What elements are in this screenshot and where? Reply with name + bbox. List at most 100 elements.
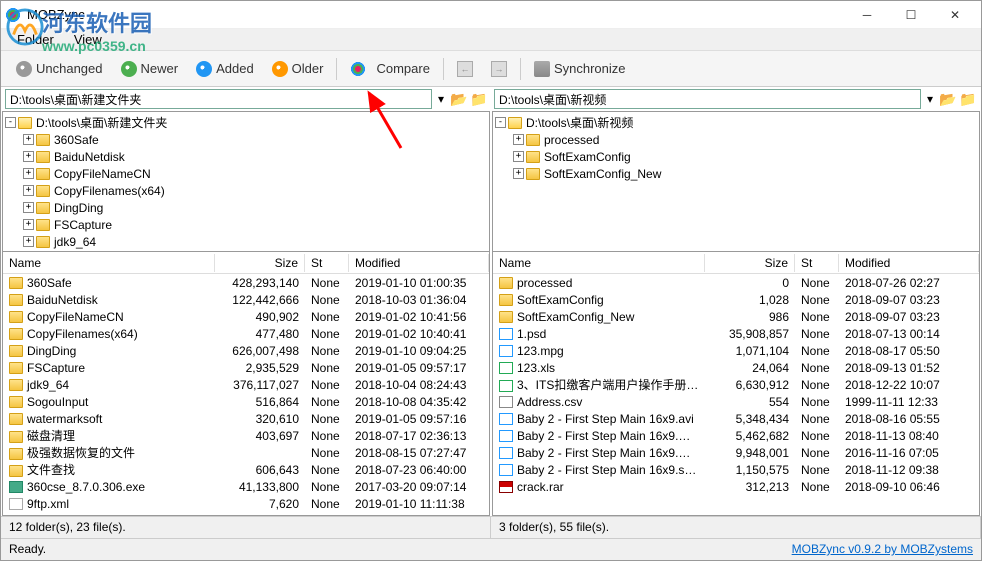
tree-item[interactable]: +jdk9_64 <box>5 233 487 250</box>
tree-item[interactable]: +processed <box>495 131 977 148</box>
tree-item[interactable]: + SoftExamConfig <box>495 148 977 165</box>
file-modified: 2018-07-26 02:27 <box>839 276 979 290</box>
list-row[interactable]: FSCapture2,935,529None2019-01-05 09:57:1… <box>3 359 489 376</box>
filter-older-button[interactable]: Older <box>263 56 333 82</box>
folder-icon <box>36 168 50 180</box>
list-row[interactable]: 1.psd35,908,857None2018-07-13 00:14 <box>493 325 979 342</box>
xls-icon <box>499 362 513 374</box>
minimize-button[interactable]: ─ <box>845 1 889 29</box>
left-folder-open-icon[interactable]: 📁 <box>470 90 488 108</box>
tree-item[interactable]: +SoftExamConfig_New <box>495 165 977 182</box>
folder-icon <box>9 396 23 408</box>
tree-collapse-icon[interactable]: - <box>5 117 16 128</box>
col-name[interactable]: Name <box>3 254 215 272</box>
list-row[interactable]: 360cse_8.7.0.306.exe41,133,800None2017-0… <box>3 478 489 495</box>
list-row[interactable]: jdk9_64376,117,027None2018-10-04 08:24:4… <box>3 376 489 393</box>
credit-link[interactable]: MOBZync v0.9.2 by MOBZystems <box>784 539 981 560</box>
nav-left-button[interactable]: ← <box>448 56 482 82</box>
folder-icon <box>9 311 23 323</box>
tree-expand-icon[interactable]: + <box>23 202 34 213</box>
list-row[interactable]: crack.rar312,213None2018-09-10 06:46 <box>493 478 979 495</box>
list-row[interactable]: 9ftp.xml7,620None2019-01-10 11:11:38 <box>3 495 489 512</box>
tree-expand-icon[interactable]: + <box>23 236 34 247</box>
list-row[interactable]: DingDing626,007,498None2019-01-10 09:04:… <box>3 342 489 359</box>
left-folder-up-icon[interactable]: 📂 <box>450 90 468 108</box>
compare-button[interactable]: Compare <box>341 56 438 82</box>
list-row[interactable]: Baby 2 - First Step Main 16x9.mov5,462,6… <box>493 427 979 444</box>
synchronize-button[interactable]: Synchronize <box>525 56 635 82</box>
right-tree[interactable]: - D:\tools\桌面\新视频 +processed+SoftExamCon… <box>493 112 979 252</box>
list-row[interactable]: SoftExamConfig1,028None2018-09-07 03:23 <box>493 291 979 308</box>
list-row[interactable]: Baby 2 - First Step Main 16x9.avi5,348,4… <box>493 410 979 427</box>
tree-expand-icon[interactable]: + <box>513 168 524 179</box>
list-row[interactable]: 3、ITS扣缴客户端用户操作手册.doc6,630,912None2018-12… <box>493 376 979 393</box>
file-size: 7,620 <box>215 497 305 511</box>
tree-item[interactable]: +CopyFilenames(x64) <box>5 182 487 199</box>
left-tree[interactable]: - D:\tools\桌面\新建文件夹 +360Safe+BaiduNetdis… <box>3 112 489 252</box>
tree-item[interactable]: +BaiduNetdisk <box>5 148 487 165</box>
list-row[interactable]: 极强数据恢复的文件None2018-08-15 07:27:47 <box>3 444 489 461</box>
close-button[interactable]: ✕ <box>933 1 977 29</box>
tree-item[interactable]: +DingDing <box>5 199 487 216</box>
list-row[interactable]: Address.csv554None1999-11-11 12:33 <box>493 393 979 410</box>
list-row[interactable]: SoftExamConfig_New986None2018-09-07 03:2… <box>493 308 979 325</box>
list-row[interactable]: SogouInput516,864None2018-10-08 04:35:42 <box>3 393 489 410</box>
col-size[interactable]: Size <box>215 254 305 272</box>
tree-item[interactable]: +CopyFileNameCN <box>5 165 487 182</box>
nav-right-button[interactable]: → <box>482 56 516 82</box>
list-row[interactable]: Baby 2 - First Step Main 16x9.mp49,948,0… <box>493 444 979 461</box>
right-folder-open-icon[interactable]: 📁 <box>959 90 977 108</box>
tree-expand-icon[interactable]: + <box>23 185 34 196</box>
left-list[interactable]: Name Size St Modified 360Safe428,293,140… <box>3 252 489 515</box>
mpg-icon <box>499 345 513 357</box>
tree-expand-icon[interactable]: + <box>513 151 524 162</box>
filter-unchanged-button[interactable]: Unchanged <box>7 56 112 82</box>
tree-expand-icon[interactable]: + <box>23 151 34 162</box>
file-name: 磁盘清理 <box>27 429 75 443</box>
list-row[interactable]: 磁盘清理403,697None2018-07-17 02:36:13 <box>3 427 489 444</box>
tree-expand-icon[interactable]: + <box>23 219 34 230</box>
list-row[interactable]: CopyFilenames(x64)477,480None2019-01-02 … <box>3 325 489 342</box>
list-row[interactable]: 123.mpg1,071,104None2018-08-17 05:50 <box>493 342 979 359</box>
compare-label: Compare <box>376 61 429 76</box>
folder-icon <box>9 294 23 306</box>
right-folder-up-icon[interactable]: 📂 <box>939 90 957 108</box>
col-st[interactable]: St <box>795 254 839 272</box>
menu-view[interactable]: View <box>64 30 112 49</box>
tree-item-label: SoftExamConfig <box>544 150 631 164</box>
tree-expand-icon[interactable]: + <box>23 168 34 179</box>
tree-item[interactable]: +FSCapture <box>5 216 487 233</box>
list-row[interactable]: 360Safe428,293,140None2019-01-10 01:00:3… <box>3 274 489 291</box>
tree-item[interactable]: +360Safe <box>5 131 487 148</box>
file-size: 0 <box>705 276 795 290</box>
col-modified[interactable]: Modified <box>349 254 489 272</box>
right-path-dropdown[interactable]: ▾ <box>923 92 937 106</box>
filter-newer-button[interactable]: Newer <box>112 56 188 82</box>
tree-expand-icon[interactable]: + <box>23 134 34 145</box>
tree-collapse-icon[interactable]: - <box>495 117 506 128</box>
right-list[interactable]: Name Size St Modified processed0None2018… <box>493 252 979 515</box>
tree-expand-icon[interactable]: + <box>513 134 524 145</box>
col-size[interactable]: Size <box>705 254 795 272</box>
tree-item-label: 360Safe <box>54 133 99 147</box>
col-name[interactable]: Name <box>493 254 705 272</box>
tree-root-row[interactable]: - D:\tools\桌面\新视频 <box>495 114 977 131</box>
list-row[interactable]: watermarksoft320,610None2019-01-05 09:57… <box>3 410 489 427</box>
right-path-input[interactable] <box>494 89 921 109</box>
menu-folder[interactable]: Folder <box>7 30 64 49</box>
filter-added-button[interactable]: Added <box>187 56 263 82</box>
col-modified[interactable]: Modified <box>839 254 979 272</box>
left-path-input[interactable] <box>5 89 432 109</box>
left-path-dropdown[interactable]: ▾ <box>434 92 448 106</box>
list-row[interactable]: Baby 2 - First Step Main 16x9.smv1,150,5… <box>493 461 979 478</box>
maximize-button[interactable]: ☐ <box>889 1 933 29</box>
tree-root-row[interactable]: - D:\tools\桌面\新建文件夹 <box>5 114 487 131</box>
col-st[interactable]: St <box>305 254 349 272</box>
list-row[interactable]: BaiduNetdisk122,442,666None2018-10-03 01… <box>3 291 489 308</box>
file-status: None <box>305 293 349 307</box>
list-row[interactable]: 123.xls24,064None2018-09-13 01:52 <box>493 359 979 376</box>
file-size: 516,864 <box>215 395 305 409</box>
list-row[interactable]: processed0None2018-07-26 02:27 <box>493 274 979 291</box>
list-row[interactable]: 文件查找606,643None2018-07-23 06:40:00 <box>3 461 489 478</box>
list-row[interactable]: CopyFileNameCN490,902None2019-01-02 10:4… <box>3 308 489 325</box>
